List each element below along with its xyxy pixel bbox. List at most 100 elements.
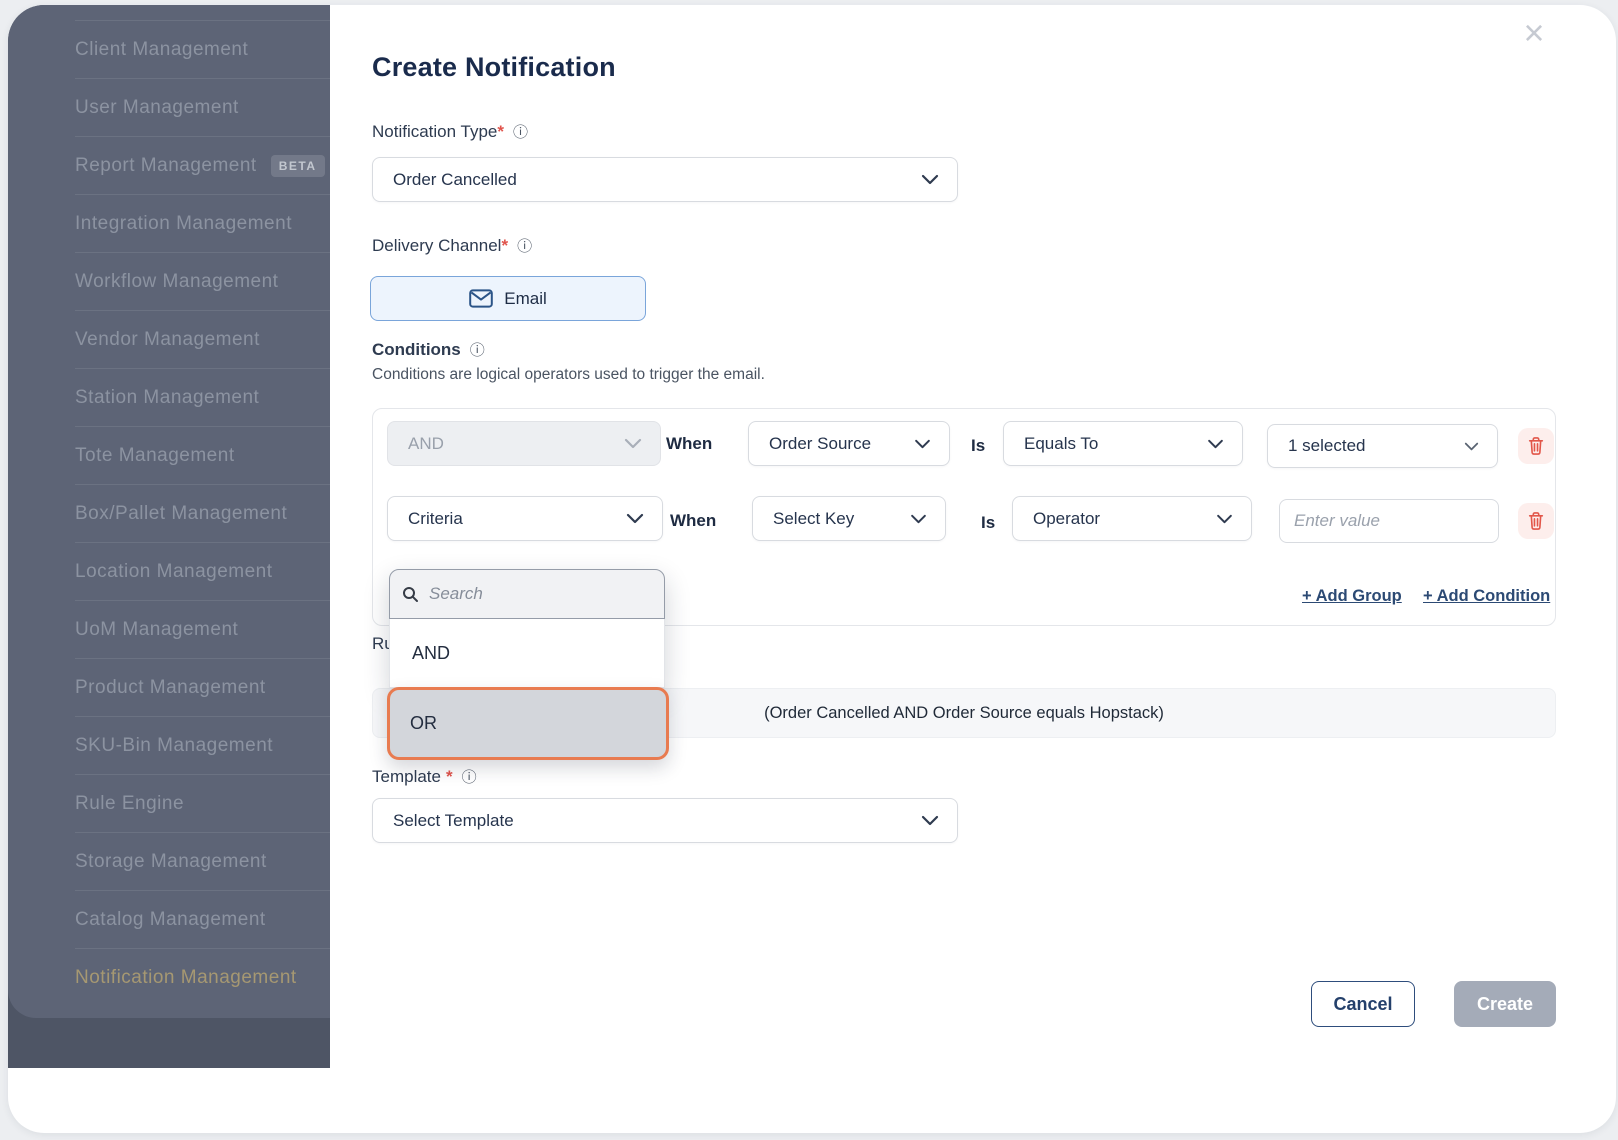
info-icon: ⓘ — [517, 238, 533, 255]
sidebar-item-sku-bin-management[interactable]: SKU-Bin Management — [75, 717, 330, 775]
sidebar-nav: Client Management User Management Report… — [8, 20, 330, 1006]
selected-value: Select Template — [393, 810, 514, 830]
logic-select-row2[interactable]: Criteria — [387, 496, 663, 541]
sidebar-item-storage-management[interactable]: Storage Management — [75, 833, 330, 891]
email-channel-button[interactable]: Email — [370, 276, 646, 321]
delete-condition-button-row2[interactable] — [1518, 503, 1554, 539]
sidebar-item-vendor-management[interactable]: Vendor Management — [75, 311, 330, 369]
operator-select-row1[interactable]: Equals To — [1003, 421, 1243, 466]
dropdown-option-and[interactable]: AND — [390, 619, 664, 687]
sidebar-item-notification-management[interactable]: Notification Management — [75, 949, 330, 1006]
add-group-link[interactable]: + Add Group — [1302, 587, 1402, 606]
sidebar-item-label: Integration Management — [75, 212, 292, 234]
sidebar-item-label: UoM Management — [75, 618, 239, 640]
sidebar-item-integration-management[interactable]: Integration Management — [75, 195, 330, 253]
search-input[interactable] — [427, 583, 652, 605]
delete-condition-button-row1[interactable] — [1518, 428, 1554, 464]
chevron-down-icon — [910, 509, 927, 529]
template-select[interactable]: Select Template — [372, 798, 958, 843]
sidebar-item-label: User Management — [75, 96, 239, 118]
chevron-down-icon — [1216, 509, 1233, 529]
chevron-down-icon — [921, 170, 939, 190]
sidebar-item-user-management[interactable]: User Management — [75, 79, 330, 137]
conditions-label: Conditions ⓘ — [372, 339, 485, 360]
trash-icon — [1527, 511, 1545, 531]
close-icon[interactable]: × — [1518, 15, 1550, 51]
key-select-row2[interactable]: Select Key — [752, 496, 946, 541]
when-label-row2: When — [670, 511, 717, 530]
notification-type-select[interactable]: Order Cancelled — [372, 157, 958, 202]
sidebar-item-catalog-management[interactable]: Catalog Management — [75, 891, 330, 949]
dropdown-option-or[interactable]: OR — [387, 687, 669, 760]
label-text: Template — [372, 766, 441, 786]
cancel-button[interactable]: Cancel — [1311, 981, 1415, 1027]
add-condition-link[interactable]: + Add Condition — [1423, 587, 1550, 606]
sidebar-item-tote-management[interactable]: Tote Management — [75, 427, 330, 485]
chevron-down-icon — [921, 811, 939, 831]
selected-value: Select Key — [773, 508, 855, 528]
sidebar-item-label: Catalog Management — [75, 908, 266, 930]
rule-summary-text: (Order Cancelled AND Order Source equals… — [764, 703, 1164, 722]
label-text: Notification Type — [372, 121, 498, 141]
sidebar-item-product-management[interactable]: Product Management — [75, 659, 330, 717]
sidebar-item-label: Station Management — [75, 386, 260, 408]
search-icon — [402, 586, 419, 603]
sidebar-item-label: Vendor Management — [75, 328, 260, 350]
sidebar-item-station-management[interactable]: Station Management — [75, 369, 330, 427]
sidebar-item-location-management[interactable]: Location Management — [75, 543, 330, 601]
email-channel-label: Email — [504, 288, 547, 308]
value-select-row1[interactable]: 1 selected — [1267, 424, 1498, 468]
selected-value: 1 selected — [1288, 436, 1366, 455]
chevron-down-icon — [1464, 436, 1479, 456]
label-text: Conditions — [372, 339, 461, 359]
required-asterisk: * — [497, 121, 504, 141]
sidebar-item-label: Rule Engine — [75, 792, 185, 814]
selected-value: Order Source — [769, 433, 872, 453]
selected-value: AND — [408, 433, 444, 453]
value-input-row2[interactable] — [1279, 499, 1499, 543]
chevron-down-icon — [624, 434, 642, 454]
required-asterisk: * — [501, 235, 509, 255]
sidebar-item-label: Workflow Management — [75, 270, 279, 292]
info-icon: ⓘ — [461, 769, 477, 786]
sidebar-item-client-management[interactable]: Client Management — [75, 20, 330, 79]
sidebar: Client Management User Management Report… — [8, 5, 330, 1018]
key-select-row1[interactable]: Order Source — [748, 421, 950, 466]
sidebar-item-label: Notification Management — [75, 966, 297, 988]
operator-select-row2[interactable]: Operator — [1012, 496, 1252, 541]
create-button[interactable]: Create — [1454, 981, 1556, 1027]
selected-value: Operator — [1033, 508, 1101, 528]
sidebar-item-label: SKU-Bin Management — [75, 734, 274, 756]
info-icon: ⓘ — [469, 342, 485, 359]
beta-badge: BETA — [270, 154, 325, 177]
chevron-down-icon — [1207, 434, 1224, 454]
info-icon: ⓘ — [513, 124, 529, 141]
sidebar-item-label: Product Management — [75, 676, 266, 698]
sidebar-overlay-area: Client Management User Management Report… — [8, 5, 330, 1068]
sidebar-item-label: Location Management — [75, 560, 273, 582]
chevron-down-icon — [626, 509, 644, 529]
trash-icon — [1527, 436, 1545, 456]
sidebar-item-rule-engine[interactable]: Rule Engine — [75, 775, 330, 833]
logic-select-row1[interactable]: AND — [387, 421, 661, 466]
sidebar-item-box-pallet-management[interactable]: Box/Pallet Management — [75, 485, 330, 543]
when-label-row1: When — [666, 434, 713, 453]
is-label-row1: Is — [971, 436, 986, 455]
sidebar-item-label: Box/Pallet Management — [75, 502, 288, 524]
delivery-channel-label: Delivery Channel * ⓘ — [372, 235, 532, 256]
dropdown-options: AND — [389, 619, 665, 688]
selected-value: Order Cancelled — [393, 169, 517, 189]
chevron-down-icon — [914, 434, 931, 454]
is-label-row2: Is — [981, 513, 996, 532]
logic-dropdown: AND — [389, 569, 665, 688]
sidebar-item-label: Client Management — [75, 38, 249, 60]
sidebar-item-workflow-management[interactable]: Workflow Management — [75, 253, 330, 311]
dropdown-search[interactable] — [389, 569, 665, 619]
sidebar-item-label: Report Management — [75, 154, 257, 176]
conditions-description: Conditions are logical operators used to… — [372, 366, 765, 383]
sidebar-item-report-management[interactable]: Report Management BETA — [75, 137, 330, 195]
sidebar-item-uom-management[interactable]: UoM Management — [75, 601, 330, 659]
email-icon — [469, 289, 494, 308]
required-asterisk: * — [445, 766, 453, 786]
selected-value: Equals To — [1024, 433, 1099, 453]
